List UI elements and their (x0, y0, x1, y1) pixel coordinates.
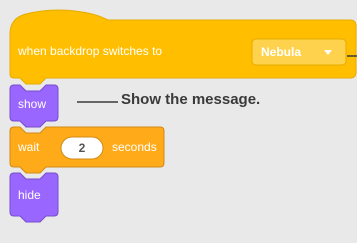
annotation-text: Show the message. (121, 91, 261, 108)
hat-block-label: when backdrop switches to (17, 44, 162, 58)
wait-block[interactable]: wait 2 seconds (9, 126, 165, 174)
seconds-label: seconds (112, 140, 157, 154)
show-block[interactable]: show (9, 84, 59, 128)
backdrop-dropdown[interactable]: Nebula (251, 38, 347, 66)
show-block-label: show (18, 97, 46, 111)
backdrop-dropdown-value: Nebula (261, 45, 301, 59)
wait-label: wait (17, 140, 40, 154)
hide-block-label: hide (18, 188, 41, 202)
hide-block[interactable]: hide (9, 172, 59, 223)
wait-seconds-value: 2 (79, 141, 86, 155)
when-backdrop-switches-hat-block[interactable]: when backdrop switches to Nebula (9, 9, 357, 85)
block-stack: when backdrop switches to Nebula show wa… (9, 9, 357, 223)
wait-seconds-input[interactable]: 2 (60, 136, 104, 160)
script-canvas: when backdrop switches to Nebula show wa… (0, 0, 357, 243)
